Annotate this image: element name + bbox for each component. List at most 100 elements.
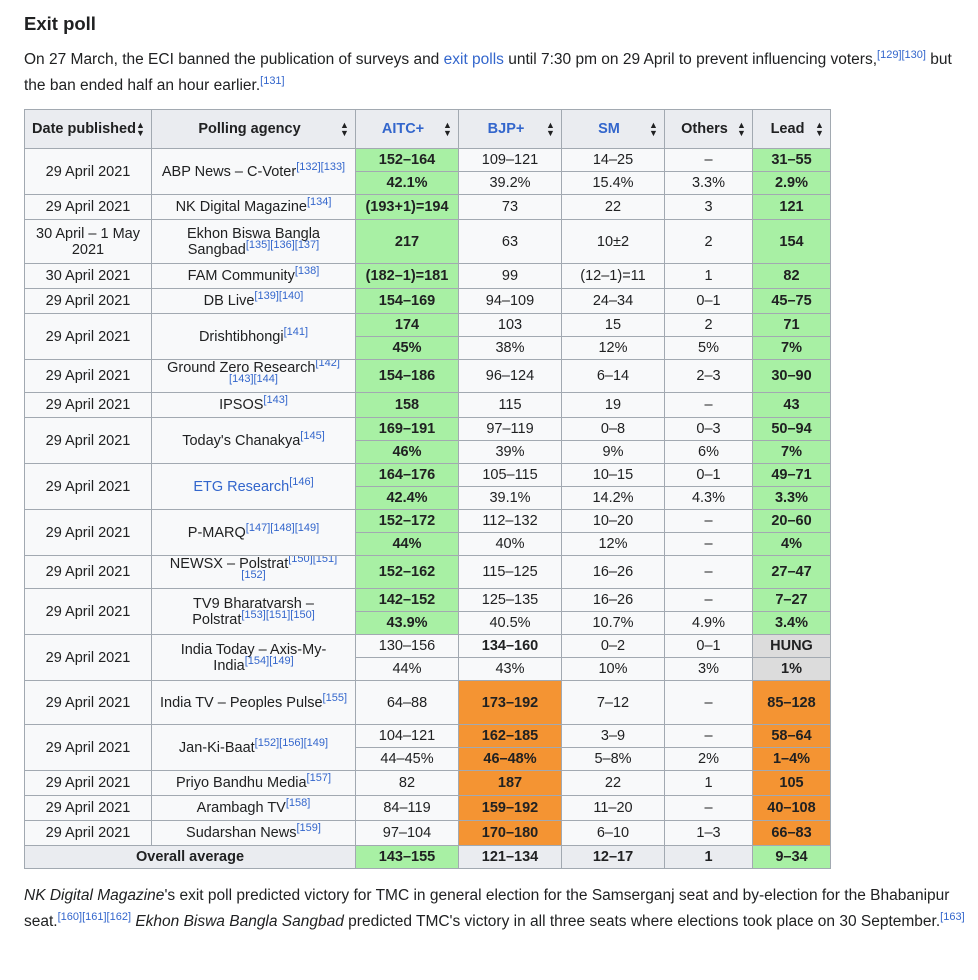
citation[interactable]: [157] xyxy=(307,772,331,784)
cell-lead: 85–128 xyxy=(752,680,831,725)
cell-sm: 16–26 xyxy=(561,555,665,589)
cell-sm: 6–10 xyxy=(561,820,665,846)
cell-aitc: 217 xyxy=(355,219,459,264)
cell-aitc: (182–1)=181 xyxy=(355,263,459,289)
citation[interactable]: [139][140] xyxy=(254,290,303,302)
cell-lead: 45–75 xyxy=(752,288,831,314)
cell-sm: 0–2 xyxy=(561,634,665,658)
cell-bjp: 96–124 xyxy=(458,359,562,393)
citation[interactable]: [143] xyxy=(263,394,287,406)
cell-date: 29 April 2021 xyxy=(24,194,152,220)
table-row: 29 April 2021 TV9 Bharatvarsh – Polstrat[… xyxy=(24,588,831,635)
cell-aitc: 158 xyxy=(355,392,459,418)
citation[interactable]: [141] xyxy=(284,326,308,338)
citation[interactable]: [135][136][137] xyxy=(246,239,319,251)
cell-bjp: 115 xyxy=(458,392,562,418)
citation[interactable]: [154][149] xyxy=(245,655,294,667)
cell-bjp: 105–115 xyxy=(458,463,562,487)
col-header-agency[interactable]: Polling agency ▲ ▼ xyxy=(151,109,356,149)
citation[interactable]: [155] xyxy=(323,692,347,704)
cell-lead: 27–47 xyxy=(752,555,831,589)
cell-bjp: 63 xyxy=(458,219,562,264)
average-label: Overall average xyxy=(24,845,356,869)
citation[interactable]: [129][130] xyxy=(877,49,926,61)
citation[interactable]: [145] xyxy=(300,430,324,442)
cell-aitc: 44% xyxy=(355,532,459,556)
citation[interactable]: [163] xyxy=(940,911,964,923)
intro-paragraph: On 27 March, the ECI banned the publicat… xyxy=(24,47,969,99)
cell-agency: FAM Community[138] xyxy=(151,263,356,289)
cell-lead: 4% xyxy=(752,532,831,556)
citation[interactable]: [158] xyxy=(286,797,310,809)
citation[interactable]: [131] xyxy=(260,75,284,87)
cell-aitc: 42.1% xyxy=(355,171,459,195)
article-section: Exit poll On 27 March, the ECI banned th… xyxy=(0,0,978,935)
cell-others: – xyxy=(664,392,753,418)
cell-bjp: 162–185 xyxy=(458,724,562,748)
average-lead: 9–34 xyxy=(752,845,831,869)
agency-name[interactable]: ETG Research xyxy=(193,479,289,495)
table-row: 29 April 2021 Priyo Bandhu Media[157] 82 18… xyxy=(24,770,831,796)
sort-icon[interactable]: ▲ ▼ xyxy=(443,121,452,138)
col-header-date[interactable]: Date published ▲ ▼ xyxy=(24,109,152,149)
table-row: 30 April 2021 FAM Community[138] (182–1)=1… xyxy=(24,263,831,289)
cell-lead: 3.4% xyxy=(752,611,831,635)
cell-bjp: 39.1% xyxy=(458,486,562,510)
cell-sm: 3–9 xyxy=(561,724,665,748)
cell-others: 2–3 xyxy=(664,359,753,393)
cell-sm: 22 xyxy=(561,770,665,796)
col-header-others[interactable]: Others ▲ ▼ xyxy=(664,109,753,149)
citation[interactable]: [134] xyxy=(307,196,331,208)
agency-name: Today's Chanakya xyxy=(182,432,301,449)
cell-aitc: 46% xyxy=(355,440,459,464)
col-header-bjp[interactable]: BJP+ ▲ ▼ xyxy=(458,109,562,149)
citation[interactable]: [147][148][149] xyxy=(246,522,319,534)
sort-icon[interactable]: ▲ ▼ xyxy=(815,121,824,138)
cell-aitc: 142–152 xyxy=(355,588,459,612)
cell-others: 1–3 xyxy=(664,820,753,846)
table-row: 29 April 2021 IPSOS[143] 158 115 19–43 xyxy=(24,392,831,418)
cell-agency: India Today – Axis-My-India[154][149] xyxy=(151,634,356,681)
average-bjp: 121–134 xyxy=(458,845,562,869)
agency-name: P-MARQ xyxy=(187,524,246,541)
citation[interactable]: [152][156][149] xyxy=(255,737,328,749)
cell-lead: 2.9% xyxy=(752,171,831,195)
sort-icon[interactable]: ▲ ▼ xyxy=(737,121,746,138)
citation[interactable]: [160][161][162] xyxy=(58,911,131,923)
table-row: 30 April – 1 May 2021 Ekhon Biswa Bangla … xyxy=(24,219,831,264)
sort-icon[interactable]: ▲ ▼ xyxy=(546,121,555,138)
sort-icon[interactable]: ▲ ▼ xyxy=(136,121,145,138)
cell-sm: 24–34 xyxy=(561,288,665,314)
sort-icon[interactable]: ▲ ▼ xyxy=(340,121,349,138)
table-body: 29 April 2021 ABP News – C-Voter[132][133… xyxy=(24,148,831,869)
sort-icon[interactable]: ▲ ▼ xyxy=(649,121,658,138)
agency-name: India TV – Peoples Pulse xyxy=(159,694,323,711)
exit-polls-link[interactable]: exit polls xyxy=(444,51,504,68)
cell-bjp: 134–160 xyxy=(458,634,562,658)
cell-bjp: 159–192 xyxy=(458,795,562,821)
cell-others: – xyxy=(664,532,753,556)
col-header-sm[interactable]: SM ▲ ▼ xyxy=(561,109,665,149)
cell-others: 2 xyxy=(664,219,753,264)
citation[interactable]: [159] xyxy=(296,822,320,834)
agency-name: Priyo Bandhu Media xyxy=(175,775,307,791)
citation[interactable]: [146] xyxy=(289,476,313,488)
cell-date: 29 April 2021 xyxy=(24,588,152,635)
cell-date: 29 April 2021 xyxy=(24,148,152,195)
outro-text: predicted TMC's victory in all three sea… xyxy=(343,913,941,930)
cell-date: 29 April 2021 xyxy=(24,724,152,771)
citation[interactable]: [138] xyxy=(295,265,319,277)
citation[interactable]: [153][151][150] xyxy=(241,609,314,621)
citation[interactable]: [132][133] xyxy=(296,161,345,173)
cell-agency: ABP News – C-Voter[132][133] xyxy=(151,148,356,195)
cell-agency: P-MARQ[147][148][149] xyxy=(151,509,356,556)
cell-bjp: 40.5% xyxy=(458,611,562,635)
col-header-aitc[interactable]: AITC+ ▲ ▼ xyxy=(355,109,459,149)
col-header-lead[interactable]: Lead ▲ ▼ xyxy=(752,109,831,149)
cell-date: 29 April 2021 xyxy=(24,359,152,393)
agency-name: Arambagh TV xyxy=(196,800,286,816)
cell-agency: DB Live[139][140] xyxy=(151,288,356,314)
cell-lead: 3.3% xyxy=(752,486,831,510)
cell-agency: IPSOS[143] xyxy=(151,392,356,418)
cell-aitc: 174 xyxy=(355,313,459,337)
